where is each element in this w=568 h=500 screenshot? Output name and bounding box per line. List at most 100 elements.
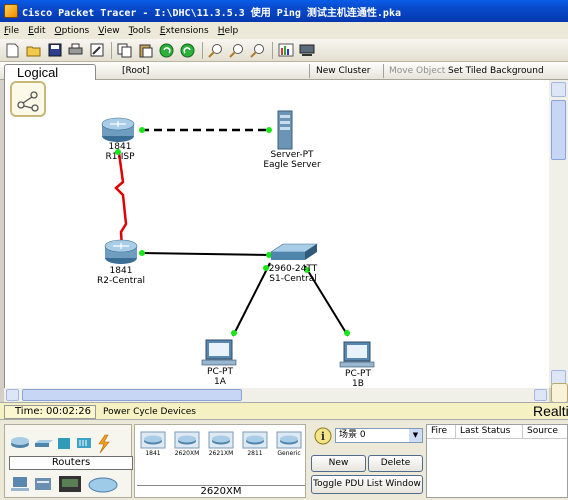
- r2-name-label[interactable]: R2-Central: [97, 276, 145, 286]
- zoom-out-icon[interactable]: [249, 42, 266, 59]
- switch-s1-icon[interactable]: [270, 243, 318, 260]
- selected-model-name: 2620XM: [137, 485, 305, 497]
- pdu-column-last-status[interactable]: Last Status: [456, 425, 523, 438]
- link-light-up: [139, 127, 145, 133]
- s1-model-label: 2960-24TT: [268, 264, 318, 274]
- horizontal-scrollbar[interactable]: [4, 388, 549, 402]
- model-2811[interactable]: 2811: [240, 431, 270, 463]
- toolbar-separator: [383, 64, 384, 78]
- link-light-up: [139, 250, 145, 256]
- server-model-label: Server-PT: [270, 150, 314, 160]
- new-scenario-button[interactable]: New: [311, 455, 366, 472]
- logical-view-icon[interactable]: [10, 81, 46, 117]
- routers-category-icon[interactable]: [11, 437, 29, 448]
- logical-workspace-canvas[interactable]: 1841 R1-ISP Server-PT Eagle Server 1841 …: [4, 80, 549, 389]
- open-icon[interactable]: [25, 42, 42, 59]
- realtime-mode-icon[interactable]: [551, 383, 568, 403]
- zoom-in-icon[interactable]: [207, 42, 224, 59]
- horizontal-scroll-thumb[interactable]: [22, 389, 242, 401]
- pdu-column-fire[interactable]: Fire: [427, 425, 456, 438]
- pc1a-model-label: PC-PT: [207, 367, 233, 377]
- menu-bar: File Edit Options View Tools Extensions …: [0, 22, 568, 39]
- model-2620xm[interactable]: 2620XM: [172, 431, 202, 463]
- chevron-down-icon[interactable]: ▼: [409, 429, 422, 442]
- hubs-category-icon[interactable]: [58, 438, 70, 449]
- root-breadcrumb[interactable]: [Root]: [122, 66, 149, 76]
- end-devices-category-icon[interactable]: [11, 477, 29, 491]
- vertical-scrollbar[interactable]: [549, 80, 568, 388]
- server-name-label[interactable]: Eagle Server: [263, 160, 320, 170]
- pc-1a-icon[interactable]: [201, 339, 237, 366]
- connections-category-icon[interactable]: [98, 434, 110, 454]
- pc-1b-icon[interactable]: [339, 341, 375, 368]
- router-r2-icon[interactable]: [104, 239, 138, 264]
- scenario-select[interactable]: 场景 0 ▼: [335, 428, 423, 443]
- router-r1-icon[interactable]: [101, 117, 135, 142]
- print-icon[interactable]: [67, 42, 84, 59]
- save-icon[interactable]: [46, 42, 63, 59]
- wireless-category-icon[interactable]: [77, 438, 91, 448]
- move-object-button[interactable]: Move Object: [389, 66, 445, 76]
- menu-tools[interactable]: Tools: [129, 26, 151, 36]
- vertical-scroll-thumb[interactable]: [551, 100, 566, 160]
- menu-options[interactable]: Options: [55, 26, 90, 36]
- r2-model-label: 1841: [109, 266, 133, 276]
- palette-icon[interactable]: [277, 42, 294, 59]
- toolbar-separator: [202, 41, 203, 59]
- redo-icon[interactable]: [179, 42, 196, 59]
- device-category-icons-row2: [11, 476, 118, 493]
- pdu-list-table[interactable]: Fire Last Status Source: [426, 424, 568, 498]
- scroll-right-button[interactable]: [534, 389, 547, 401]
- link-s1-pc1a[interactable]: [232, 262, 271, 337]
- packet-tracer-app-icon: [4, 4, 18, 18]
- delete-scenario-button[interactable]: Delete: [368, 455, 423, 472]
- info-icon[interactable]: i: [314, 427, 332, 445]
- copy-icon[interactable]: [116, 42, 133, 59]
- pdu-column-source[interactable]: Source: [523, 425, 567, 438]
- realtime-mode-label[interactable]: Realtime: [533, 403, 568, 419]
- model-1841[interactable]: 1841: [138, 431, 168, 463]
- new-cluster-button[interactable]: New Cluster: [316, 66, 370, 76]
- security-category-icon[interactable]: [35, 478, 51, 490]
- menu-view[interactable]: View: [98, 26, 119, 36]
- custom-device-icon[interactable]: [298, 42, 315, 59]
- workspace-bar: Logical [Root] New Cluster Move Object S…: [0, 62, 568, 80]
- scenario-selected-value: 场景 0: [339, 430, 366, 440]
- model-generic[interactable]: Generic: [274, 431, 304, 463]
- toolbar-separator: [272, 41, 273, 59]
- link-light-up: [344, 330, 350, 336]
- device-category-label: Routers: [9, 456, 133, 470]
- model-2621xm[interactable]: 2621XM: [206, 431, 236, 463]
- toggle-pdu-list-button[interactable]: Toggle PDU List Window: [311, 475, 423, 494]
- s1-name-label[interactable]: S1-Central: [269, 274, 316, 284]
- topology-diagram: [101, 110, 375, 368]
- server-icon[interactable]: [277, 110, 293, 150]
- logical-workspace-tab[interactable]: Logical: [4, 64, 96, 80]
- switches-category-icon[interactable]: [35, 440, 53, 447]
- svg-text:i: i: [321, 430, 325, 443]
- link-r2-s1[interactable]: [140, 252, 271, 256]
- multiuser-category-icon[interactable]: [88, 477, 118, 493]
- zoom-reset-icon[interactable]: [228, 42, 245, 59]
- new-icon[interactable]: [4, 42, 21, 59]
- power-cycle-devices-button[interactable]: Power Cycle Devices: [103, 407, 196, 417]
- model-2621xm-label: 2621XM: [208, 450, 234, 457]
- pc1a-name-label[interactable]: 1A: [214, 377, 226, 387]
- link-light-up: [266, 127, 272, 133]
- menu-help[interactable]: Help: [218, 26, 239, 36]
- paste-icon[interactable]: [137, 42, 154, 59]
- menu-extensions[interactable]: Extensions: [160, 26, 209, 36]
- scroll-up-button[interactable]: [551, 82, 566, 97]
- r1-model-label: 1841: [108, 142, 132, 152]
- serial-link-r1-r2[interactable]: [114, 152, 128, 249]
- set-tiled-background-button[interactable]: Set Tiled Background: [448, 66, 544, 76]
- menu-edit[interactable]: Edit: [28, 26, 45, 36]
- r1-name-label[interactable]: R1-ISP: [105, 152, 134, 162]
- scroll-left-button[interactable]: [6, 389, 19, 401]
- wan-emulation-category-icon[interactable]: [59, 476, 81, 492]
- time-bar: Time: 00:02:26 Power Cycle Devices Realt…: [0, 402, 568, 420]
- undo-icon[interactable]: [158, 42, 175, 59]
- wizard-icon[interactable]: [88, 42, 105, 59]
- menu-file[interactable]: File: [4, 26, 19, 36]
- toolbar-separator: [111, 41, 112, 59]
